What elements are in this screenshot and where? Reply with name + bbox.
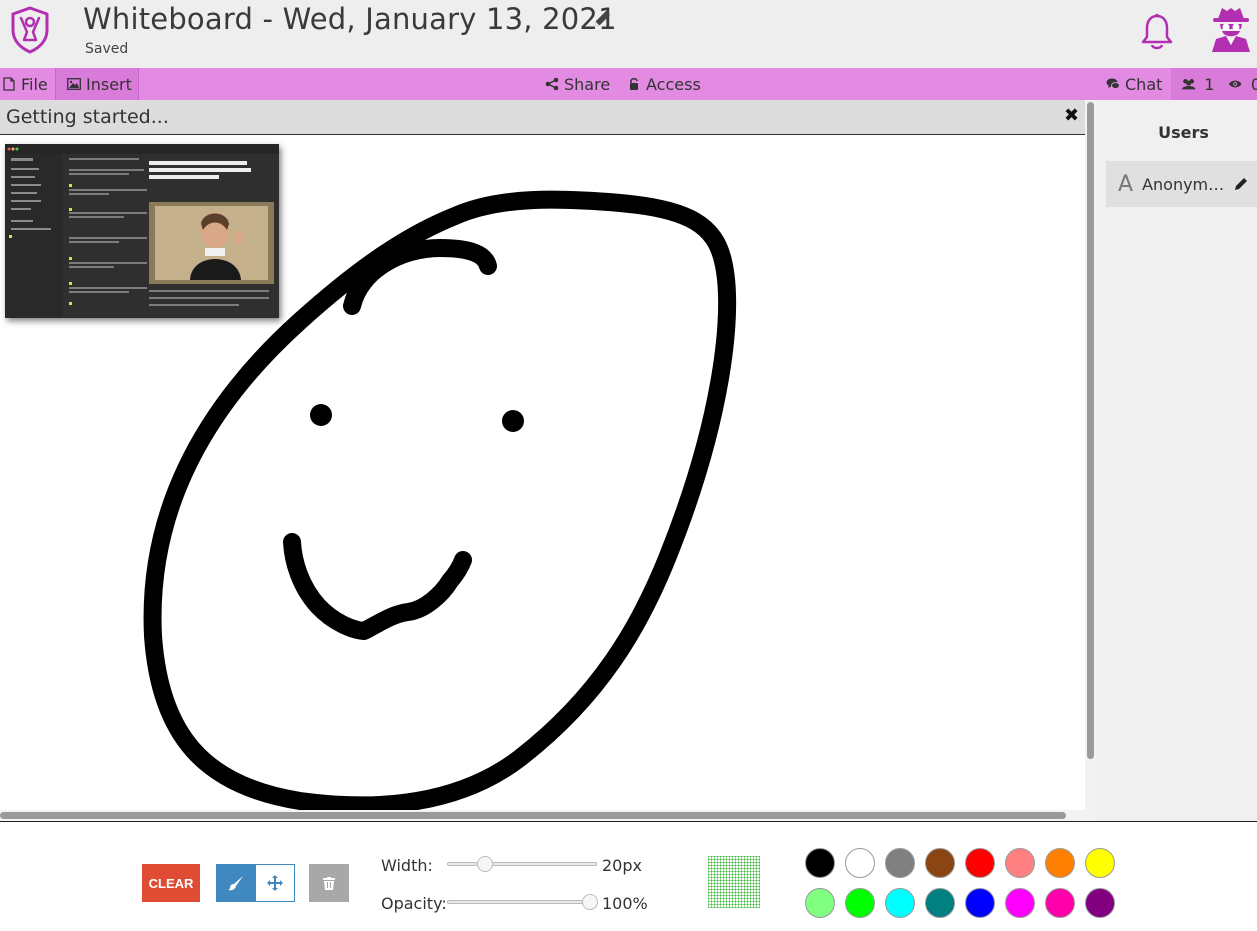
share-icon xyxy=(545,77,559,91)
width-slider[interactable] xyxy=(447,856,597,872)
chat-label: Chat xyxy=(1125,74,1163,94)
move-arrows-icon xyxy=(266,875,283,891)
users-icon xyxy=(1181,79,1196,90)
access-button[interactable]: Access xyxy=(627,68,701,100)
top-header: Whiteboard - Wed, January 13, 2021 Saved xyxy=(0,0,1257,68)
opacity-label: Opacity: xyxy=(381,894,447,913)
color-swatch[interactable] xyxy=(1005,848,1035,878)
vertical-scrollbar[interactable] xyxy=(1085,100,1096,822)
user-avatar-spy-icon[interactable] xyxy=(1210,5,1252,53)
horizontal-scroll-thumb[interactable] xyxy=(0,812,1066,819)
width-label: Width: xyxy=(381,856,433,875)
drawn-head-stroke xyxy=(143,190,737,810)
mode-toggle-group xyxy=(216,864,295,902)
color-swatch[interactable] xyxy=(885,888,915,918)
getting-started-bar: Getting started... ✖ xyxy=(0,100,1085,135)
users-title: Users xyxy=(1158,123,1209,142)
brush-preview xyxy=(708,856,760,908)
image-icon xyxy=(67,78,81,90)
file-menu-label: File xyxy=(21,74,48,94)
lock-icon xyxy=(630,78,638,90)
viewers-count: 0 xyxy=(1250,74,1257,94)
width-value: 20px xyxy=(602,856,642,875)
delete-button[interactable] xyxy=(309,864,349,902)
color-swatch[interactable] xyxy=(925,888,955,918)
share-button[interactable]: Share xyxy=(545,68,610,100)
drawing-layer xyxy=(143,190,737,810)
color-swatch[interactable] xyxy=(965,888,995,918)
save-status: Saved xyxy=(85,41,129,57)
page-title: Whiteboard - Wed, January 13, 2021 xyxy=(83,2,617,36)
users-sidebar: Users A Anonymous xyxy=(1096,100,1257,822)
color-swatch[interactable] xyxy=(805,888,835,918)
drawn-right-eye xyxy=(502,410,524,432)
chat-icon xyxy=(1106,78,1120,89)
eye-icon xyxy=(1229,80,1242,88)
user-list-item[interactable]: A Anonymous xyxy=(1106,161,1257,207)
whiteboard-canvas[interactable] xyxy=(0,136,1085,810)
vertical-scroll-thumb[interactable] xyxy=(1087,102,1094,759)
insert-menu-label: Insert xyxy=(86,74,132,94)
opacity-slider[interactable] xyxy=(447,894,598,910)
user-avatar-initial: A xyxy=(1118,171,1134,197)
opacity-value: 100% xyxy=(602,894,648,913)
main-toolbar: File Insert Share Access Chat 1 0 xyxy=(0,68,1257,100)
access-label: Access xyxy=(646,74,701,94)
paintbrush-icon xyxy=(228,876,244,891)
color-swatch[interactable] xyxy=(805,848,835,878)
color-swatch[interactable] xyxy=(1045,888,1075,918)
insert-menu[interactable]: Insert xyxy=(55,68,139,100)
color-swatch[interactable] xyxy=(885,848,915,878)
color-swatch[interactable] xyxy=(1085,848,1115,878)
color-swatch[interactable] xyxy=(925,848,955,878)
width-slider-handle[interactable] xyxy=(477,856,494,872)
horizontal-scrollbar[interactable] xyxy=(0,810,1085,821)
share-label: Share xyxy=(564,74,611,94)
color-swatch[interactable] xyxy=(1005,888,1035,918)
edit-name-icon[interactable] xyxy=(1234,177,1248,191)
color-swatch[interactable] xyxy=(1085,888,1115,918)
app-logo-icon[interactable] xyxy=(10,6,50,54)
getting-started-title: Getting started... xyxy=(6,106,169,128)
color-swatch[interactable] xyxy=(1045,848,1075,878)
notification-bell-icon[interactable] xyxy=(1140,13,1174,51)
userlist-toggle[interactable]: 1 0 xyxy=(1171,68,1257,100)
opacity-slider-handle[interactable] xyxy=(582,894,598,910)
close-icon[interactable]: ✖ xyxy=(1064,105,1079,126)
drawn-left-eye xyxy=(310,404,332,426)
color-swatch[interactable] xyxy=(845,888,875,918)
chat-button[interactable]: Chat xyxy=(1106,68,1162,100)
color-swatch[interactable] xyxy=(845,848,875,878)
file-icon xyxy=(3,77,15,91)
user-name: Anonymous xyxy=(1142,174,1231,194)
users-count: 1 xyxy=(1204,74,1215,94)
file-menu[interactable]: File xyxy=(2,68,55,100)
drawn-smile-stroke xyxy=(283,533,472,640)
move-mode-button[interactable] xyxy=(255,865,294,901)
clear-button[interactable]: CLEAR xyxy=(142,864,200,902)
edit-title-icon[interactable] xyxy=(592,9,612,29)
trash-icon xyxy=(323,876,335,890)
color-swatch[interactable] xyxy=(965,848,995,878)
brush-mode-button[interactable] xyxy=(217,865,256,901)
drawing-controls: CLEAR Width: 20px Opacity: 100% xyxy=(0,821,1257,931)
